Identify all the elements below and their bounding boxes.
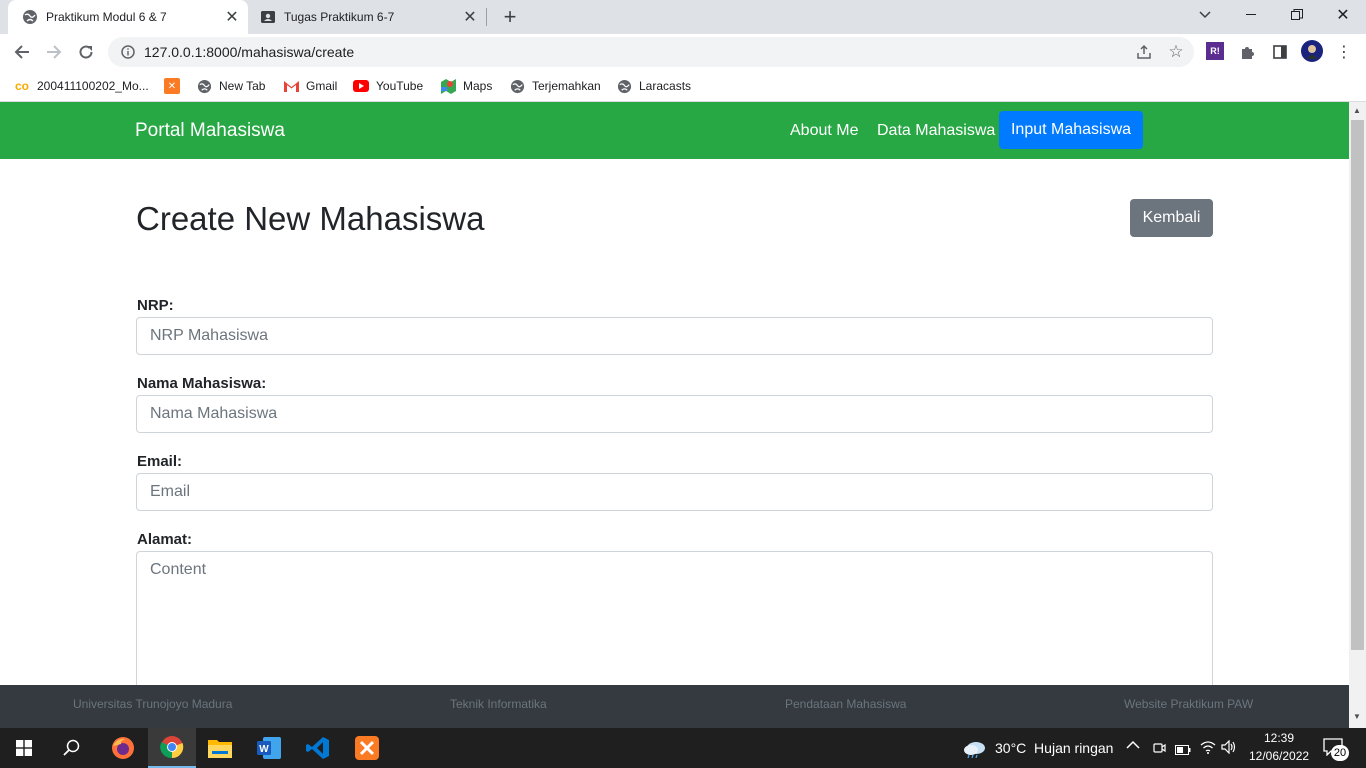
web-page: Portal Mahasiswa About Me Data Mahasiswa… [0, 102, 1349, 728]
alamat-textarea[interactable] [136, 551, 1213, 701]
extensions-puzzle-icon[interactable] [1238, 42, 1258, 62]
info-icon[interactable] [120, 44, 136, 60]
bookmark-star-icon[interactable]: ☆ [1166, 42, 1186, 62]
co-icon: co [14, 79, 29, 93]
back-arrow-icon[interactable] [8, 38, 36, 66]
footer-item: Website Praktikum PAW [1124, 697, 1254, 711]
footer-item: Pendataan Mahasiswa [785, 697, 907, 711]
notification-badge: 20 [1331, 745, 1349, 761]
globe-icon [616, 78, 632, 94]
plus-icon[interactable]: + [498, 4, 522, 29]
xampp-icon[interactable] [343, 728, 391, 768]
nav-data-mahasiswa[interactable]: Data Mahasiswa [877, 122, 995, 140]
nrp-input[interactable] [136, 317, 1213, 355]
kembali-button[interactable]: Kembali [1130, 199, 1213, 237]
restore-icon[interactable] [1274, 0, 1320, 30]
browser-toolbar: 127.0.0.1:8000/mahasiswa/create ☆ R! ⋮ [0, 34, 1366, 70]
windows-start-icon[interactable] [0, 728, 48, 768]
bookmark-item[interactable]: Terjemahkan [509, 76, 601, 96]
chrome-icon[interactable] [148, 728, 196, 768]
forward-arrow-icon[interactable] [40, 38, 68, 66]
svg-text:W: W [259, 744, 269, 755]
address-bar[interactable]: 127.0.0.1:8000/mahasiswa/create [108, 37, 1194, 67]
app-navbar: Portal Mahasiswa About Me Data Mahasiswa… [0, 102, 1349, 159]
volume-icon[interactable] [1221, 739, 1237, 759]
word-icon[interactable]: W [245, 728, 293, 768]
weather-text[interactable]: 30°C Hujan ringan [995, 740, 1113, 756]
bookmark-item[interactable]: New Tab [196, 76, 265, 96]
close-tab-icon[interactable]: ✕ [460, 7, 480, 27]
avatar[interactable] [1301, 40, 1323, 62]
gmail-icon [283, 78, 299, 94]
page-scrollbar[interactable]: ▲ ▼ [1349, 102, 1366, 728]
browser-tab[interactable]: Tugas Praktikum 6-7 ✕ [246, 0, 486, 34]
clock-time[interactable]: 12:39 [1264, 731, 1294, 745]
scroll-thumb[interactable] [1351, 120, 1364, 650]
extension-r-icon[interactable]: R! [1206, 42, 1224, 60]
side-panel-icon[interactable] [1270, 42, 1290, 62]
xampp-icon: ✕ [164, 78, 180, 94]
url-text: 127.0.0.1:8000/mahasiswa/create [144, 44, 355, 60]
tab-divider [486, 8, 487, 26]
scroll-up-icon[interactable]: ▲ [1353, 106, 1361, 115]
battery-icon[interactable] [1175, 742, 1191, 760]
contact-card-icon [260, 9, 276, 25]
bookmarks-bar: co 200411100202_Mo... ✕ New Tab Gmail Yo… [0, 70, 1366, 102]
clock-date[interactable]: 12/06/2022 [1249, 749, 1309, 763]
page-title: Create New Mahasiswa [136, 200, 485, 237]
bookmark-item[interactable]: Laracasts [616, 76, 691, 96]
reload-icon[interactable] [72, 38, 100, 66]
scroll-down-icon[interactable]: ▼ [1353, 712, 1361, 721]
bookmark-item[interactable]: ✕ [164, 76, 187, 96]
meet-now-icon[interactable] [1152, 740, 1166, 761]
browser-tab-active[interactable]: Praktikum Modul 6 & 7 ✕ [8, 0, 248, 34]
tab-title: Tugas Praktikum 6-7 [284, 10, 395, 24]
globe-icon [22, 9, 38, 25]
bookmark-item[interactable]: Maps [440, 76, 492, 96]
navbar-brand[interactable]: Portal Mahasiswa [135, 120, 285, 142]
globe-icon [509, 78, 525, 94]
bookmark-item[interactable]: co 200411100202_Mo... [14, 76, 149, 96]
youtube-icon [353, 78, 369, 94]
alamat-label: Alamat: [137, 531, 193, 548]
kebab-menu-icon[interactable]: ⋮ [1334, 42, 1354, 62]
wifi-icon[interactable] [1200, 740, 1216, 759]
close-tab-icon[interactable]: ✕ [222, 7, 242, 27]
email-input[interactable] [136, 473, 1213, 511]
nav-input-mahasiswa[interactable]: Input Mahasiswa [999, 111, 1143, 149]
maps-icon [440, 78, 456, 94]
nama-input[interactable] [136, 395, 1213, 433]
tab-title: Praktikum Modul 6 & 7 [46, 10, 167, 24]
share-icon[interactable] [1134, 42, 1154, 62]
nrp-label: NRP: [137, 297, 174, 314]
footer-item: Teknik Informatika [450, 697, 547, 711]
windows-taskbar: W 30°C Hujan ringan 12:39 12/06/2022 20 [0, 728, 1366, 768]
chevron-up-icon[interactable] [1126, 739, 1140, 753]
globe-icon [196, 78, 212, 94]
nama-label: Nama Mahasiswa: [137, 375, 267, 392]
weather-cloud-icon[interactable] [963, 738, 987, 763]
file-explorer-icon[interactable] [196, 728, 244, 768]
firefox-icon[interactable] [99, 728, 147, 768]
email-label: Email: [137, 453, 183, 470]
footer-item: Universitas Trunojoyo Madura [73, 697, 233, 711]
bookmark-item[interactable]: Gmail [283, 76, 337, 96]
tab-search-icon[interactable] [1182, 0, 1228, 30]
browser-tab-strip: Praktikum Modul 6 & 7 ✕ Tugas Praktikum … [0, 0, 1366, 34]
search-icon[interactable] [48, 728, 96, 768]
close-window-icon[interactable]: ✕ [1320, 0, 1366, 30]
minimize-icon[interactable] [1228, 0, 1274, 30]
page-footer: Universitas Trunojoyo Madura Teknik Info… [0, 685, 1349, 728]
vscode-icon[interactable] [294, 728, 342, 768]
nav-about-me[interactable]: About Me [790, 122, 858, 140]
bookmark-item[interactable]: YouTube [353, 76, 423, 96]
